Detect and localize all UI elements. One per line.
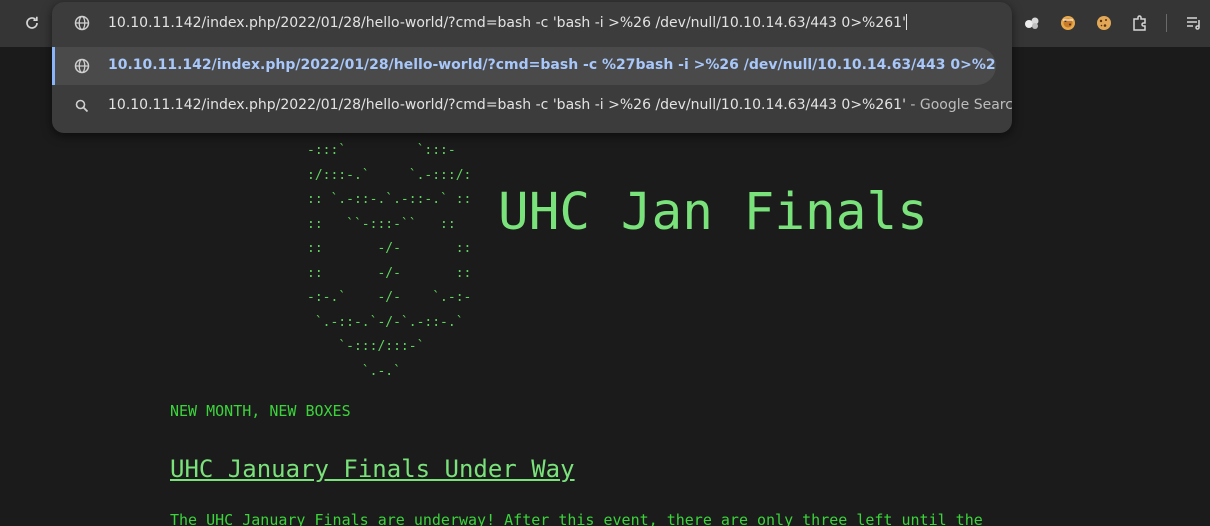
reading-list-icon [1187,17,1200,30]
text-caret [905,14,907,30]
extension-button-2[interactable] [1056,11,1080,35]
puzzle-pieces-icon [1025,17,1039,29]
search-engine-suffix: - Google Search [905,97,1012,113]
selection-indicator [52,47,55,85]
address-input[interactable]: 10.10.11.142/index.php/2022/01/28/hello-… [108,14,907,31]
search-icon [75,99,89,113]
post-title-link[interactable]: UHC January Finals Under Way [170,455,575,483]
ascii-shield-logo: -:::` `:::- :/:::-.` `.-:::/: :: `.-::-.… [307,143,472,379]
site-title[interactable]: UHC Jan Finals [498,183,928,242]
reload-button[interactable] [20,11,44,35]
cookie-jar-icon [1061,16,1075,30]
site-tagline: NEW MONTH, NEW BOXES [170,402,351,420]
extension-button-1[interactable] [1020,11,1044,35]
toolbar-divider [1166,14,1167,32]
omnibox-dropdown: 10.10.11.142/index.php/2022/01/28/hello-… [52,2,1012,133]
reload-icon [26,16,38,29]
cookie-icon [1097,16,1111,30]
globe-icon [74,58,90,74]
extensions-puzzle-icon [1133,15,1146,31]
address-bar[interactable]: 10.10.11.142/index.php/2022/01/28/hello-… [52,5,1012,41]
post-excerpt: The UHC January Finals are underway! Aft… [170,511,983,526]
suggestion-search-row[interactable]: 10.10.11.142/index.php/2022/01/28/hello-… [52,88,1012,124]
reading-list-button[interactable] [1182,11,1206,35]
suggestion-search-text: 10.10.11.142/index.php/2022/01/28/hello-… [108,97,1012,113]
globe-icon [74,15,90,31]
suggestion-url-text: 10.10.11.142/index.php/2022/01/28/hello-… [108,57,996,73]
extension-button-3[interactable] [1092,11,1116,35]
suggestion-url-row[interactable]: 10.10.11.142/index.php/2022/01/28/hello-… [52,47,996,85]
extensions-menu-button[interactable] [1128,11,1152,35]
